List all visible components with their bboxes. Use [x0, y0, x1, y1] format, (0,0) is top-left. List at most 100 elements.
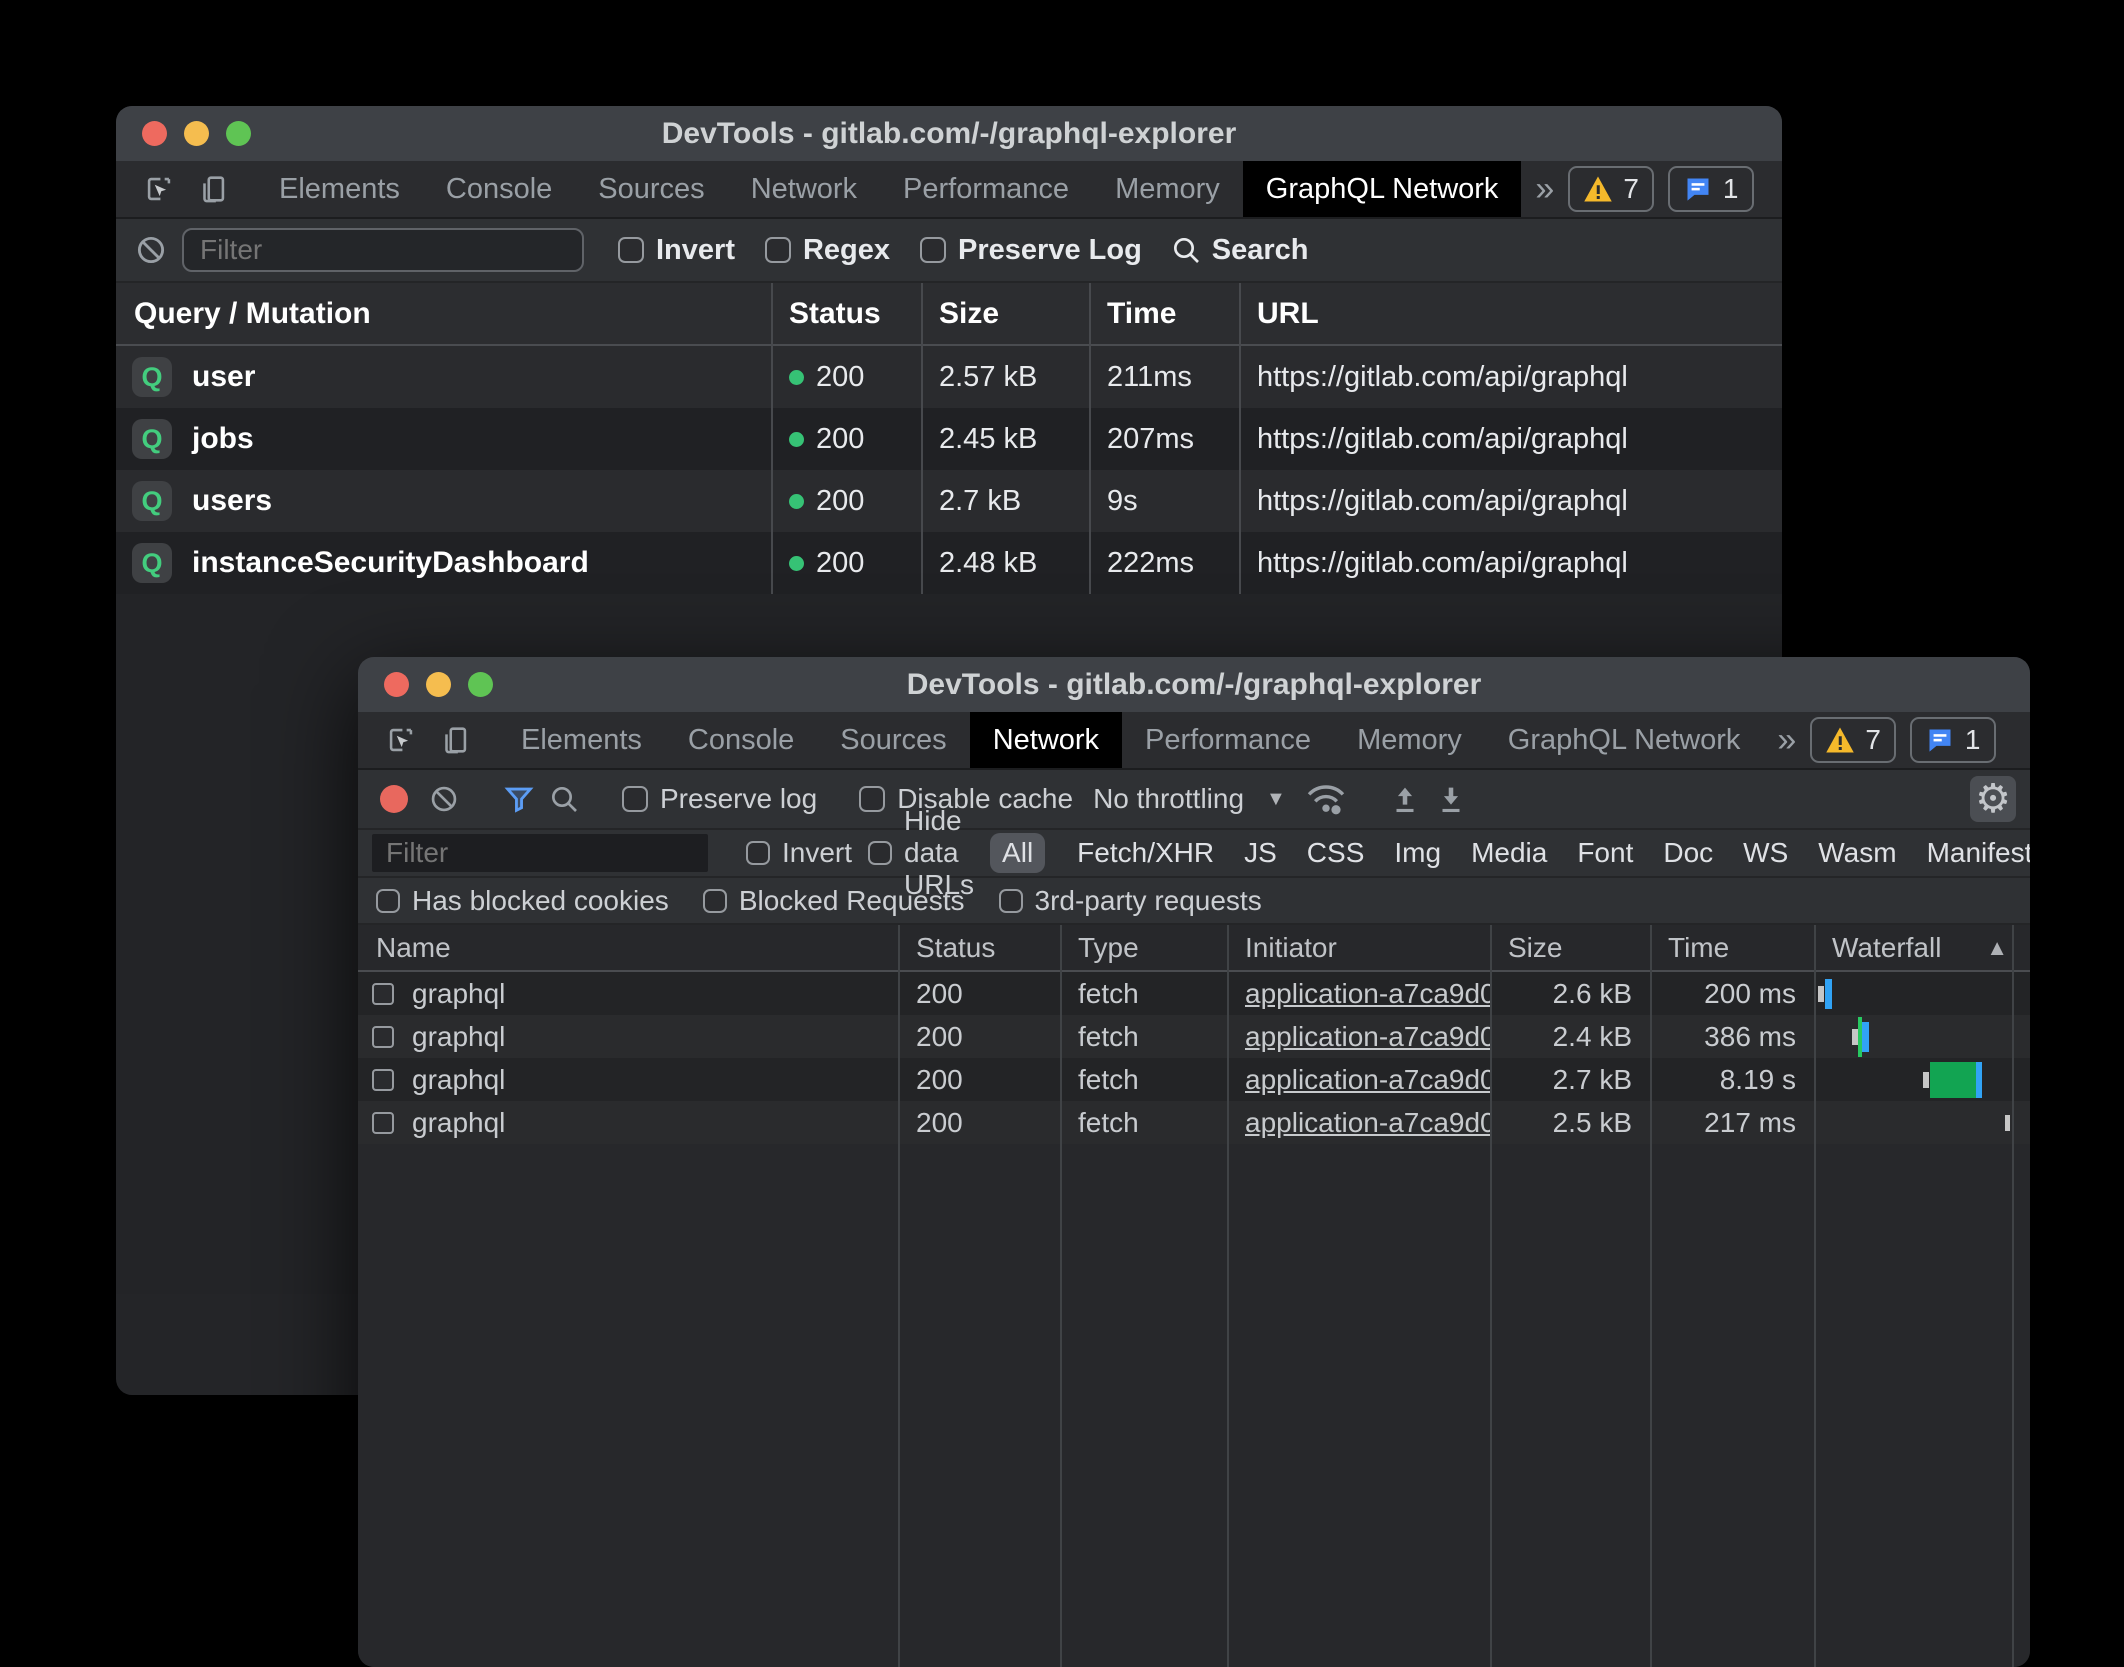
issues-badge[interactable]: 1: [1910, 717, 1996, 763]
third-party-requests-group[interactable]: 3rd-party requests: [999, 885, 1262, 917]
has-blocked-cookies-checkbox[interactable]: [376, 889, 400, 913]
preserve-log-checkbox[interactable]: [622, 786, 648, 812]
minimize-button[interactable]: [184, 121, 209, 146]
warnings-badge[interactable]: 7: [1568, 166, 1654, 212]
tab-network[interactable]: Network: [728, 161, 880, 217]
more-tabs-icon[interactable]: »: [1521, 161, 1568, 217]
issues-badge[interactable]: 1: [1668, 166, 1754, 212]
table-row[interactable]: Qusers 200 2.7 kB 9s https://gitlab.com/…: [116, 470, 1782, 532]
type-filter-css[interactable]: CSS: [1307, 833, 1365, 873]
clear-icon[interactable]: [134, 233, 168, 267]
initiator-link[interactable]: application-a7ca9d0…: [1245, 978, 1490, 1009]
tab-sources[interactable]: Sources: [817, 712, 969, 768]
row-checkbox[interactable]: [372, 983, 394, 1005]
table-row[interactable]: Quser 200 2.57 kB 211ms https://gitlab.c…: [116, 346, 1782, 408]
type-filter-font[interactable]: Font: [1577, 833, 1633, 873]
device-toolbar-icon[interactable]: [186, 161, 240, 217]
import-har-icon[interactable]: [1388, 782, 1422, 816]
tab-performance[interactable]: Performance: [880, 161, 1092, 217]
col-type[interactable]: Type: [1060, 932, 1227, 964]
preserve-log-checkbox-group[interactable]: Preserve Log: [920, 234, 1142, 267]
col-status[interactable]: Status: [771, 297, 921, 331]
network-settings-button[interactable]: ⚙: [1970, 776, 2016, 822]
col-status[interactable]: Status: [898, 932, 1060, 964]
initiator-link[interactable]: application-a7ca9d0…: [1245, 1107, 1490, 1138]
initiator-link[interactable]: application-a7ca9d0…: [1245, 1064, 1490, 1095]
network-conditions-icon[interactable]: [1306, 782, 1346, 816]
type-filter-media[interactable]: Media: [1471, 833, 1547, 873]
col-query-mutation[interactable]: Query / Mutation: [116, 297, 771, 331]
type-filter-doc[interactable]: Doc: [1663, 833, 1713, 873]
invert-checkbox-group[interactable]: Invert: [618, 234, 735, 267]
type-filter-wasm[interactable]: Wasm: [1818, 833, 1896, 873]
device-toolbar-icon[interactable]: [428, 712, 482, 768]
search-icon[interactable]: [548, 783, 580, 815]
has-blocked-cookies-group[interactable]: Has blocked cookies: [376, 885, 669, 917]
table-row[interactable]: graphql 200 fetch application-a7ca9d0… 2…: [358, 1058, 2030, 1101]
col-time[interactable]: Time: [1089, 297, 1239, 331]
table-row[interactable]: graphql 200 fetch application-a7ca9d0… 2…: [358, 1015, 2030, 1058]
tab-console[interactable]: Console: [665, 712, 817, 768]
maximize-button[interactable]: [226, 121, 251, 146]
type-filter-fetch-xhr[interactable]: Fetch/XHR: [1077, 833, 1214, 873]
col-initiator[interactable]: Initiator: [1227, 932, 1490, 964]
export-har-icon[interactable]: [1434, 782, 1468, 816]
type-filter-ws[interactable]: WS: [1743, 833, 1788, 873]
title-bar[interactable]: DevTools - gitlab.com/-/graphql-explorer: [116, 106, 1782, 161]
title-bar[interactable]: DevTools - gitlab.com/-/graphql-explorer: [358, 657, 2030, 712]
hide-data-urls-checkbox[interactable]: [868, 841, 892, 865]
table-row[interactable]: QinstanceSecurityDashboard 200 2.48 kB 2…: [116, 532, 1782, 594]
blocked-requests-group[interactable]: Blocked Requests: [703, 885, 965, 917]
table-row[interactable]: graphql 200 fetch application-a7ca9d0… 2…: [358, 1101, 2030, 1144]
regex-checkbox-group[interactable]: Regex: [765, 234, 890, 267]
col-size[interactable]: Size: [1490, 932, 1650, 964]
invert-checkbox[interactable]: [746, 841, 770, 865]
tab-network[interactable]: Network: [970, 712, 1122, 768]
col-size[interactable]: Size: [921, 297, 1089, 331]
inspect-element-icon[interactable]: [374, 712, 428, 768]
close-button[interactable]: [142, 121, 167, 146]
type-filter-js[interactable]: JS: [1244, 833, 1277, 873]
clear-icon[interactable]: [428, 783, 460, 815]
row-checkbox[interactable]: [372, 1026, 394, 1048]
type-filter-img[interactable]: Img: [1394, 833, 1441, 873]
filter-input[interactable]: [372, 834, 708, 872]
record-button[interactable]: [380, 785, 408, 813]
invert-checkbox[interactable]: [618, 237, 644, 263]
close-button[interactable]: [384, 672, 409, 697]
tab-sources[interactable]: Sources: [575, 161, 727, 217]
filter-input[interactable]: [182, 228, 584, 272]
maximize-button[interactable]: [468, 672, 493, 697]
regex-checkbox[interactable]: [765, 237, 791, 263]
warnings-badge[interactable]: 7: [1810, 717, 1896, 763]
tab-memory[interactable]: Memory: [1334, 712, 1485, 768]
minimize-button[interactable]: [426, 672, 451, 697]
third-party-requests-checkbox[interactable]: [999, 889, 1023, 913]
preserve-log-group[interactable]: Preserve log: [622, 783, 817, 815]
col-name[interactable]: Name: [358, 932, 898, 964]
row-checkbox[interactable]: [372, 1112, 394, 1134]
tab-performance[interactable]: Performance: [1122, 712, 1334, 768]
type-filter-all[interactable]: All: [990, 833, 1045, 873]
inspect-element-icon[interactable]: [132, 161, 186, 217]
throttling-dropdown[interactable]: No throttling ▼: [1085, 783, 1294, 815]
tab-elements[interactable]: Elements: [498, 712, 665, 768]
table-row[interactable]: Qjobs 200 2.45 kB 207ms https://gitlab.c…: [116, 408, 1782, 470]
filter-funnel-icon[interactable]: [502, 782, 536, 816]
col-time[interactable]: Time: [1650, 932, 1814, 964]
preserve-log-checkbox[interactable]: [920, 237, 946, 263]
table-row[interactable]: graphql 200 fetch application-a7ca9d0… 2…: [358, 972, 2030, 1015]
blocked-requests-checkbox[interactable]: [703, 889, 727, 913]
initiator-link[interactable]: application-a7ca9d0…: [1245, 1021, 1490, 1052]
tab-console[interactable]: Console: [423, 161, 575, 217]
tab-elements[interactable]: Elements: [256, 161, 423, 217]
sort-ascending-icon[interactable]: ▲: [1986, 935, 2008, 961]
more-tabs-icon[interactable]: »: [1763, 712, 1810, 768]
col-url[interactable]: URL: [1239, 297, 1782, 331]
row-checkbox[interactable]: [372, 1069, 394, 1091]
tab-graphql-network[interactable]: GraphQL Network: [1243, 161, 1522, 217]
search-group[interactable]: Search: [1170, 234, 1309, 267]
tab-graphql-network[interactable]: GraphQL Network: [1485, 712, 1764, 768]
type-filter-manifest[interactable]: Manifest: [1927, 833, 2030, 873]
invert-group[interactable]: Invert: [746, 837, 852, 869]
